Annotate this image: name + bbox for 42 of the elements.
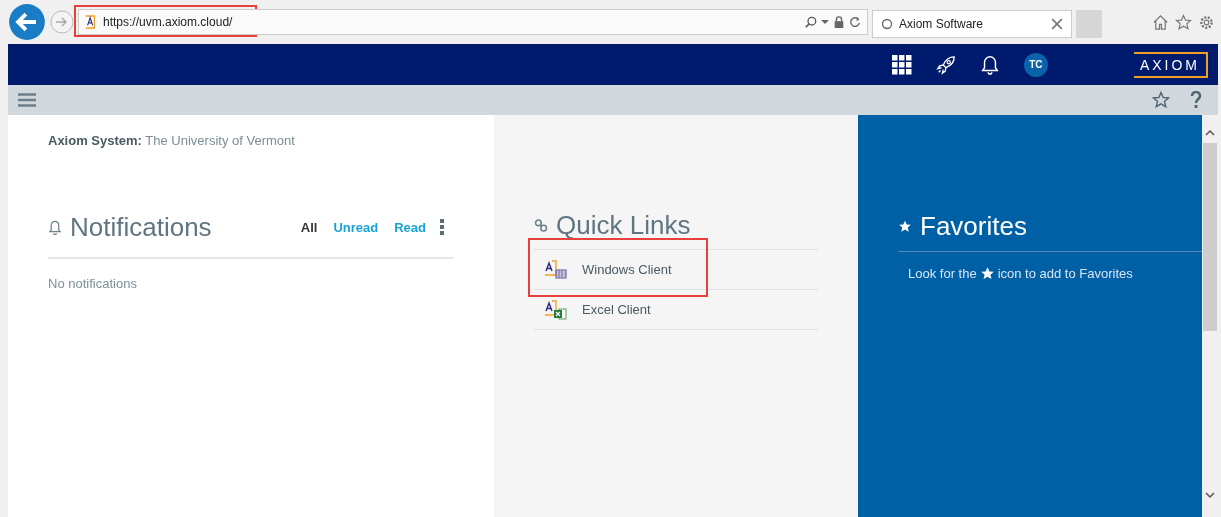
- user-avatar[interactable]: TC: [1023, 52, 1048, 77]
- link-icon: [534, 217, 548, 233]
- empty-message: No notifications: [48, 276, 138, 291]
- close-icon[interactable]: [1051, 18, 1063, 30]
- quick-link[interactable]: Windows Client: [534, 250, 818, 290]
- lock-icon: [833, 16, 845, 28]
- star-icon: [979, 266, 995, 281]
- rocket-icon[interactable]: [935, 54, 956, 75]
- scroll-up-icon[interactable]: [1205, 129, 1215, 137]
- refresh-icon[interactable]: [849, 16, 861, 28]
- hint-text: Look for the: [908, 266, 977, 281]
- spreadsheet-icon: [544, 299, 568, 320]
- apps-grid-icon[interactable]: [891, 54, 912, 75]
- notifications-title: Notifications: [70, 211, 212, 243]
- scroll-thumb[interactable]: [1203, 143, 1217, 331]
- app-grid-icon: [544, 259, 568, 280]
- more-icon[interactable]: [440, 219, 444, 235]
- system-name: The University of Vermont: [145, 133, 295, 148]
- favorites-star-icon[interactable]: [1175, 13, 1192, 31]
- bell-icon[interactable]: [979, 54, 1000, 75]
- browser-tab[interactable]: Axiom Software: [872, 10, 1072, 38]
- hint-text: icon to add to Favorites: [997, 266, 1133, 281]
- logo[interactable]: AXIOM: [1133, 51, 1208, 78]
- address-bar[interactable]: https://uvm.axiom.cloud/: [78, 9, 868, 35]
- back-button[interactable]: [8, 3, 46, 41]
- favorites-title: Favorites: [920, 210, 1027, 242]
- search-icon[interactable]: [805, 16, 817, 28]
- system-label: Axiom System:: [48, 133, 142, 148]
- filter-tab[interactable]: All: [300, 219, 318, 235]
- settings-icon[interactable]: [1198, 13, 1215, 31]
- quick-links-title: Quick Links: [556, 209, 691, 241]
- menu-icon[interactable]: [18, 93, 36, 107]
- quick-link[interactable]: Excel Client: [534, 290, 818, 330]
- favorite-star-icon[interactable]: [1152, 91, 1170, 109]
- tab-title: Axiom Software: [899, 17, 984, 31]
- home-icon[interactable]: [1152, 13, 1169, 31]
- site-icon: [85, 14, 97, 30]
- scroll-down-icon[interactable]: [1205, 491, 1215, 499]
- bell-icon: [48, 219, 62, 235]
- url-text: https://uvm.axiom.cloud/: [103, 15, 233, 29]
- help-icon[interactable]: [1190, 91, 1202, 109]
- loading-icon: [881, 18, 893, 30]
